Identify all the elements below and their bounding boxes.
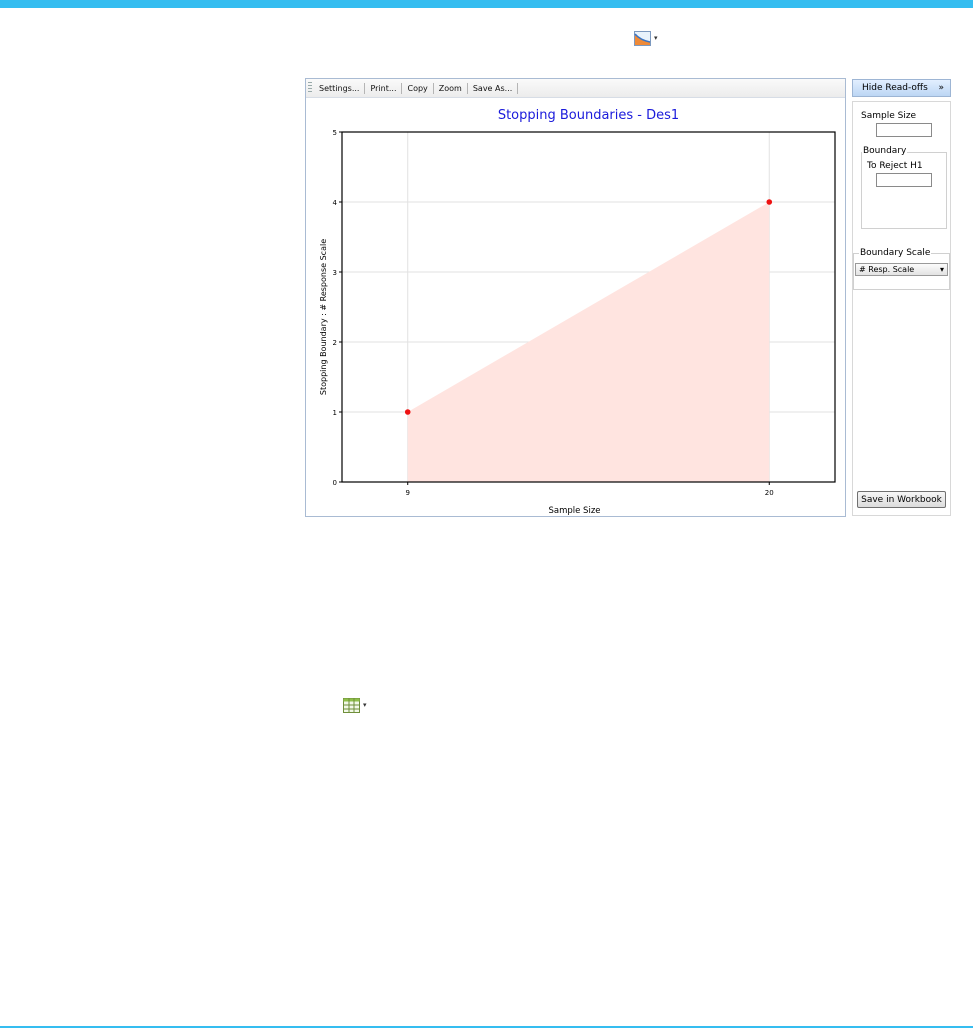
x-tick-label: 20 xyxy=(765,489,774,497)
save-in-workbook-button[interactable]: Save in Workbook xyxy=(857,491,946,508)
top-accent-bar xyxy=(0,0,973,8)
boundary-scale-select[interactable]: # Resp. Scale ▾ xyxy=(855,263,948,276)
copy-button[interactable]: Copy xyxy=(402,84,432,93)
toolbar-separator xyxy=(517,82,519,94)
x-axis-label: Sample Size xyxy=(548,506,600,516)
zoom-button[interactable]: Zoom xyxy=(434,84,467,93)
reject-h1-input[interactable] xyxy=(876,173,932,187)
double-chevron-right-icon: » xyxy=(938,83,944,93)
hide-readoffs-button[interactable]: Hide Read-offs » xyxy=(852,79,951,97)
sample-size-input[interactable] xyxy=(876,123,932,137)
y-tick-label: 0 xyxy=(333,479,337,487)
chart-icon xyxy=(634,30,651,46)
data-point xyxy=(404,409,411,415)
toolbar-grip[interactable] xyxy=(308,82,312,94)
readoffs-panel: Sample Size Boundary To Reject H1 Bounda… xyxy=(852,101,951,516)
sample-size-label: Sample Size xyxy=(861,111,917,121)
y-axis-label: Stopping Boundary : # Response Scale xyxy=(319,239,328,395)
y-tick-label: 1 xyxy=(333,409,337,417)
y-tick-label: 5 xyxy=(333,129,337,137)
boundary-scale-value: # Resp. Scale xyxy=(859,265,915,274)
chart-menu-button[interactable]: ▾ xyxy=(634,29,658,47)
y-tick-label: 3 xyxy=(333,269,337,277)
chart-toolbar: Settings... Print... Copy Zoom Save As..… xyxy=(306,79,845,98)
y-tick-label: 4 xyxy=(333,199,338,207)
hide-readoffs-label: Hide Read-offs xyxy=(862,83,928,93)
reject-h1-label: To Reject H1 xyxy=(867,161,923,171)
boundary-group-label: Boundary xyxy=(862,146,908,156)
chart-window: Settings... Print... Copy Zoom Save As..… xyxy=(305,78,846,517)
settings-button[interactable]: Settings... xyxy=(314,84,364,93)
chevron-down-icon: ▾ xyxy=(363,700,367,709)
save-in-workbook-label: Save in Workbook xyxy=(861,494,942,505)
print-button[interactable]: Print... xyxy=(365,84,401,93)
table-menu-button[interactable]: ▾ xyxy=(343,696,367,714)
y-tick-label: 2 xyxy=(333,339,337,347)
data-point xyxy=(766,199,773,205)
table-icon xyxy=(343,697,360,713)
caret-down-icon: ▾ xyxy=(939,265,944,274)
save-as-button[interactable]: Save As... xyxy=(468,84,517,93)
chart-title: Stopping Boundaries - Des1 xyxy=(498,108,679,123)
boundary-scale-label: Boundary Scale xyxy=(859,248,932,258)
x-tick-label: 9 xyxy=(405,489,409,497)
stopping-boundaries-chart: Stopping Boundaries - Des1 0 1 2 3 4 5 9 20 Sampl… xyxy=(319,108,836,516)
chevron-down-icon: ▾ xyxy=(654,33,658,42)
